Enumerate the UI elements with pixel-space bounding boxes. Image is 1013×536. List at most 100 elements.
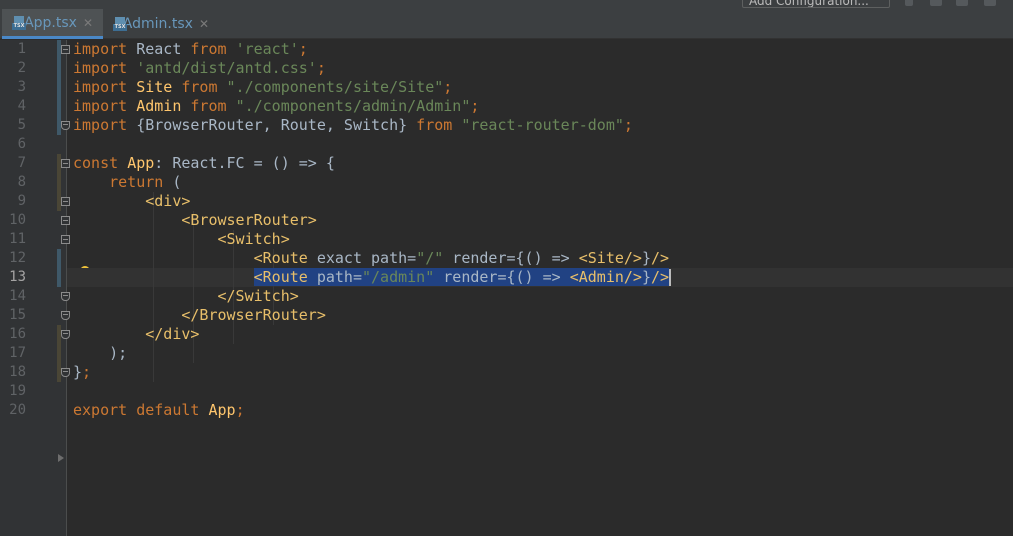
code-token: const (73, 154, 119, 172)
code-token: from (190, 40, 227, 58)
line-number: 12 (9, 250, 26, 266)
code-token: import (73, 78, 128, 96)
code-token: React (127, 40, 191, 58)
code-token: from (190, 97, 227, 115)
code-token: ; (316, 59, 326, 77)
run-icon[interactable] (905, 0, 913, 6)
code-token: /> (651, 268, 670, 286)
code-line[interactable]: }; (73, 363, 91, 382)
code-line[interactable]: <Route path="/admin" render={() => <Admi… (73, 268, 672, 287)
code-token: 'antd/dist/antd.css' (136, 59, 317, 77)
code-token: /> (651, 249, 670, 267)
code-token: "./components/site/Site" (226, 78, 444, 96)
code-line[interactable]: const App: React.FC = () => { (73, 154, 335, 173)
fold-marker-icon[interactable] (58, 454, 64, 462)
text-caret (669, 269, 672, 286)
code-line[interactable]: </div> (73, 325, 199, 344)
line-number: 6 (17, 136, 26, 152)
code-token: ); (73, 344, 128, 362)
line-number: 10 (9, 212, 26, 228)
close-icon[interactable]: ✕ (199, 17, 209, 31)
code-line[interactable]: export default App; (73, 401, 245, 420)
code-line[interactable]: ); (73, 344, 127, 363)
code-token: ; (470, 97, 480, 115)
code-token: App (127, 154, 155, 172)
code-line[interactable]: import {BrowserRouter, Route, Switch} fr… (73, 116, 633, 135)
code-line[interactable]: <div> (73, 192, 190, 211)
line-number: 11 (9, 231, 26, 247)
code-line[interactable]: import 'antd/dist/antd.css'; (73, 59, 326, 78)
code-line[interactable]: return ( (73, 173, 181, 192)
line-number: 8 (17, 174, 26, 190)
code-token: "./components/admin/Admin" (235, 97, 471, 115)
code-token: </Switch> (217, 287, 299, 305)
code-token: ; (82, 363, 92, 381)
code-token: render={() => (443, 249, 579, 267)
code-line[interactable]: </Switch> (73, 287, 299, 306)
code-token: default (136, 401, 200, 419)
code-token: } (641, 249, 651, 267)
code-token: <Switch> (217, 230, 290, 248)
code-token: path= (307, 268, 362, 286)
code-token: : React.FC = () => { (154, 154, 335, 172)
tsx-file-icon: TSX (113, 17, 127, 31)
run-configuration-dropdown[interactable]: Add Configuration... (742, 0, 890, 8)
code-line[interactable]: import Admin from "./components/admin/Ad… (73, 97, 479, 116)
line-number: 16 (9, 326, 26, 342)
tab-app-tsx[interactable]: TSX App.tsx ✕ (2, 9, 103, 39)
code-token: ; (298, 40, 308, 58)
code-token: <Route (253, 249, 308, 267)
code-token: <Admin/> (569, 268, 642, 286)
line-number: 13 (9, 269, 26, 285)
profile-icon[interactable] (984, 0, 996, 6)
line-number: 1 (17, 41, 26, 57)
close-icon[interactable]: ✕ (83, 16, 93, 30)
code-token: App (208, 401, 236, 419)
code-token: "/" (416, 249, 444, 267)
tsx-file-icon: TSX (12, 15, 26, 30)
code-token: 'react' (235, 40, 299, 58)
code-line[interactable]: import React from 'react'; (73, 40, 308, 59)
code-token: "/admin" (362, 268, 435, 286)
line-number: 7 (17, 155, 26, 171)
code-editor[interactable]: import React from 'react'; import 'antd/d… (67, 40, 1013, 536)
code-token: ; (443, 78, 453, 96)
code-token: "react-router-dom" (461, 116, 624, 134)
code-token: ; (235, 401, 245, 419)
line-number: 15 (9, 307, 26, 323)
code-token: <Route (253, 268, 308, 286)
code-token: from (181, 78, 218, 96)
code-token: <BrowserRouter> (181, 211, 317, 229)
coverage-icon[interactable] (956, 0, 968, 6)
code-line[interactable]: <Switch> (73, 230, 290, 249)
code-line[interactable]: <Route exact path="/" render={() => <Sit… (73, 249, 669, 268)
code-line[interactable]: </BrowserRouter> (73, 306, 326, 325)
debug-icon[interactable] (930, 0, 942, 6)
code-token: return (109, 173, 164, 191)
line-number-gutter: 1 2 3 4 5 6 7 8 9 10 11 12 13 14 15 16 17 18 19 20 (0, 40, 70, 536)
tab-admin-tsx[interactable]: TSX Admin.tsx ✕ (103, 9, 219, 39)
code-token: exact path= (307, 249, 417, 267)
line-number: 17 (9, 345, 26, 361)
code-token: } (73, 363, 83, 381)
code-token: import (73, 59, 128, 77)
line-number: 2 (17, 60, 26, 76)
tab-label: App.tsx (24, 14, 77, 31)
code-line[interactable]: import Site from "./components/site/Site… (73, 78, 452, 97)
code-line[interactable]: <BrowserRouter> (73, 211, 317, 230)
code-token: Site (136, 78, 173, 96)
tab-label: Admin.tsx (122, 16, 193, 32)
